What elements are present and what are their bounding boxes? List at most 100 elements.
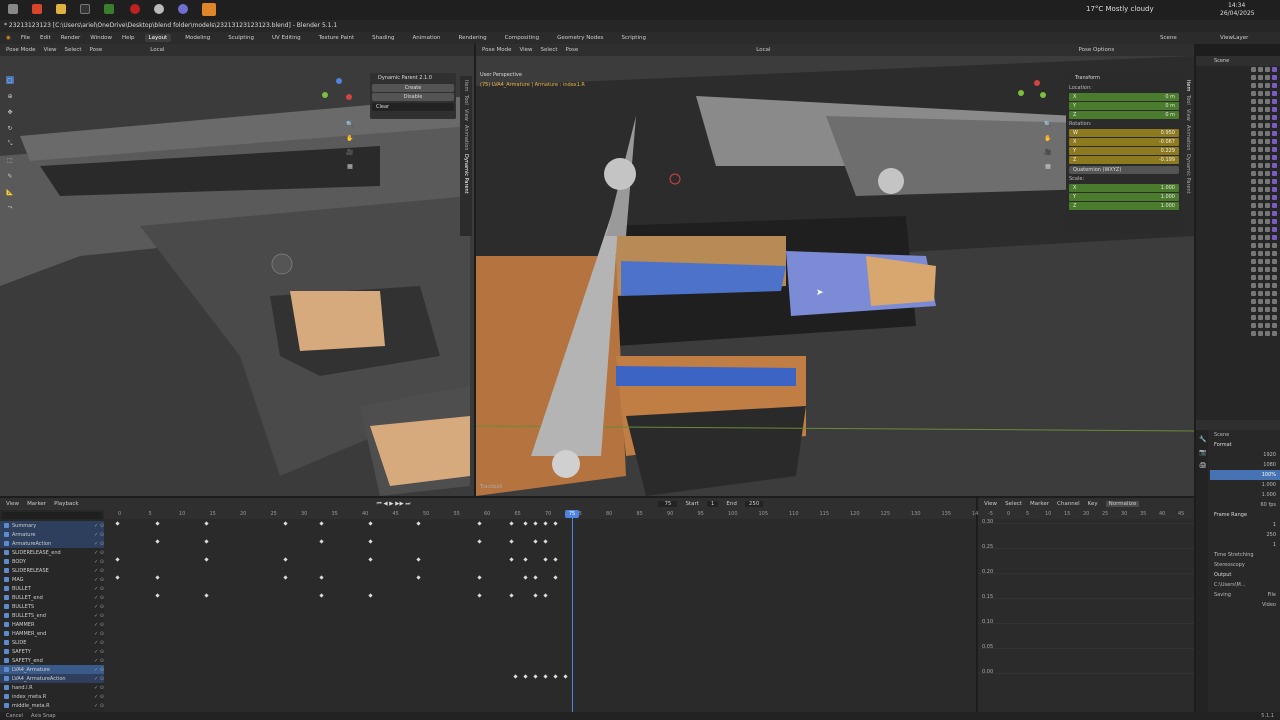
outliner-row[interactable] — [1196, 186, 1280, 194]
eye-icon[interactable] — [1251, 91, 1256, 96]
start-frame-field[interactable]: 1 — [706, 501, 719, 507]
transform-icon[interactable]: ⬚ — [6, 156, 14, 164]
visibility-icon[interactable] — [1272, 195, 1277, 200]
video-row[interactable]: Video — [1210, 600, 1280, 610]
outliner-row[interactable] — [1196, 106, 1280, 114]
eye-icon[interactable] — [1251, 179, 1256, 184]
workspace-tab-texture-paint[interactable]: Texture Paint — [315, 34, 359, 42]
rotation-x-field[interactable]: X -0.067 — [1069, 138, 1179, 146]
rotation-y-field[interactable]: Y 0.229 — [1069, 147, 1179, 155]
visibility-icon[interactable] — [1265, 179, 1270, 184]
eye-icon[interactable] — [1251, 235, 1256, 240]
pan-hand-icon[interactable]: ✋ — [346, 134, 354, 142]
playhead-frame-label[interactable]: 75 — [565, 510, 579, 518]
camera-icon[interactable]: 🎥 — [346, 148, 354, 156]
eye-icon[interactable] — [1251, 67, 1256, 72]
eye-icon[interactable] — [1251, 163, 1256, 168]
channel-row[interactable]: Summary ✓ ⊙ — [0, 521, 104, 530]
eye-icon[interactable] — [1251, 75, 1256, 80]
visibility-icon[interactable] — [1265, 315, 1270, 320]
channel-row[interactable]: index_meta.R ✓ ⊙ — [0, 692, 104, 701]
stereoscopy-section[interactable]: Stereoscopy — [1210, 560, 1280, 570]
eye-icon[interactable] — [1251, 291, 1256, 296]
visibility-icon[interactable] — [1265, 131, 1270, 136]
right-transform-orientation[interactable]: Local — [756, 47, 770, 53]
location-z-field[interactable]: Z0 m — [1069, 111, 1179, 119]
channel-toggle-icons[interactable]: ✓ ⊙ — [94, 658, 104, 664]
frame-ruler[interactable]: 0 5 10 15 20 25 30 35 40 45 50 55 60 65 70 75 80 85 90 95 10… — [104, 510, 982, 519]
grid-icon[interactable]: ▦ — [346, 162, 354, 170]
workspace-tab-modeling[interactable]: Modeling — [181, 34, 214, 42]
channel-row[interactable]: SLIDE ✓ ⊙ — [0, 638, 104, 647]
normalize-toggle[interactable]: Normalize — [1105, 501, 1140, 507]
outliner-row[interactable] — [1196, 154, 1280, 162]
visibility-icon[interactable] — [1258, 307, 1263, 312]
eye-icon[interactable] — [1251, 155, 1256, 160]
channel-row[interactable]: BULLET_end ✓ ⊙ — [0, 593, 104, 602]
app-icon-1[interactable] — [32, 4, 42, 14]
keyframe[interactable] — [477, 521, 482, 526]
eye-icon[interactable] — [1251, 259, 1256, 264]
resolution-x-field[interactable]: 1920 — [1210, 450, 1280, 460]
outliner-row[interactable] — [1196, 178, 1280, 186]
channel-toggle-icons[interactable]: ✓ ⊙ — [94, 559, 104, 565]
resolution-percent-field[interactable]: 100% — [1210, 470, 1280, 480]
time-stretching-section[interactable]: Time Stretching — [1210, 550, 1280, 560]
output-path-field[interactable]: C:\Users\M... — [1210, 580, 1280, 590]
blender-taskbar-icon[interactable] — [202, 3, 216, 16]
eye-icon[interactable] — [1251, 331, 1256, 336]
visibility-icon[interactable] — [1265, 267, 1270, 272]
visibility-icon[interactable] — [1265, 99, 1270, 104]
playhead[interactable] — [572, 510, 573, 712]
eye-icon[interactable] — [1251, 323, 1256, 328]
scale-y-field[interactable]: Y 1.000 — [1069, 193, 1179, 201]
visibility-icon[interactable] — [1265, 147, 1270, 152]
right-3d-viewport[interactable]: User Perspective (75) LVA4_Armature | Ar… — [476, 56, 1194, 496]
output-tab-icon[interactable]: 🖨 — [1199, 462, 1207, 469]
visibility-icon[interactable] — [1265, 139, 1270, 144]
blender-logo-icon[interactable]: ◉ — [6, 35, 11, 41]
channel-toggle-icons[interactable]: ✓ ⊙ — [94, 550, 104, 556]
outliner-row[interactable] — [1196, 122, 1280, 130]
keyframe[interactable] — [533, 575, 538, 580]
visibility-icon[interactable] — [1265, 75, 1270, 80]
visibility-icon[interactable] — [1258, 291, 1263, 296]
channel-row[interactable]: ArmatureAction ✓ ⊙ — [0, 539, 104, 548]
right-menu-select[interactable]: Select — [541, 47, 558, 53]
channel-row[interactable]: HAMMER_end ✓ ⊙ — [0, 629, 104, 638]
visibility-icon[interactable] — [1265, 171, 1270, 176]
visibility-icon[interactable] — [1258, 91, 1263, 96]
channel-row[interactable]: BULLET ✓ ⊙ — [0, 584, 104, 593]
menu-render[interactable]: Render — [61, 35, 81, 41]
visibility-icon[interactable] — [1272, 235, 1277, 240]
outliner-row[interactable] — [1196, 146, 1280, 154]
bone-roll-icon[interactable]: ⤳ — [6, 204, 14, 212]
graph-menu-key[interactable]: Key — [1088, 501, 1098, 507]
outliner-row[interactable] — [1196, 82, 1280, 90]
outliner-row[interactable] — [1196, 74, 1280, 82]
visibility-icon[interactable] — [1272, 67, 1277, 72]
keyframe[interactable] — [204, 539, 209, 544]
outliner-row[interactable] — [1196, 306, 1280, 314]
dope-menu-view[interactable]: View — [6, 501, 19, 507]
eye-icon[interactable] — [1251, 123, 1256, 128]
keyframe[interactable] — [533, 521, 538, 526]
visibility-icon[interactable] — [1265, 291, 1270, 296]
outliner-row[interactable] — [1196, 282, 1280, 290]
opera-icon[interactable] — [130, 4, 140, 14]
visibility-icon[interactable] — [1265, 323, 1270, 328]
keyframe[interactable] — [319, 521, 324, 526]
outliner-row[interactable] — [1196, 242, 1280, 250]
annotate-icon[interactable]: ✎ — [6, 172, 14, 180]
tab-animation[interactable]: Animation — [463, 125, 469, 151]
visibility-icon[interactable] — [1272, 315, 1277, 320]
visibility-icon[interactable] — [1258, 123, 1263, 128]
eye-icon[interactable] — [1251, 131, 1256, 136]
location-y-field[interactable]: Y0 m — [1069, 102, 1179, 110]
tab-animation[interactable]: Animation — [1185, 125, 1191, 151]
menu-file[interactable]: File — [21, 35, 30, 41]
outliner-row[interactable] — [1196, 218, 1280, 226]
keyframe[interactable] — [115, 521, 120, 526]
move-icon[interactable]: ✥ — [6, 108, 14, 116]
visibility-icon[interactable] — [1265, 243, 1270, 248]
